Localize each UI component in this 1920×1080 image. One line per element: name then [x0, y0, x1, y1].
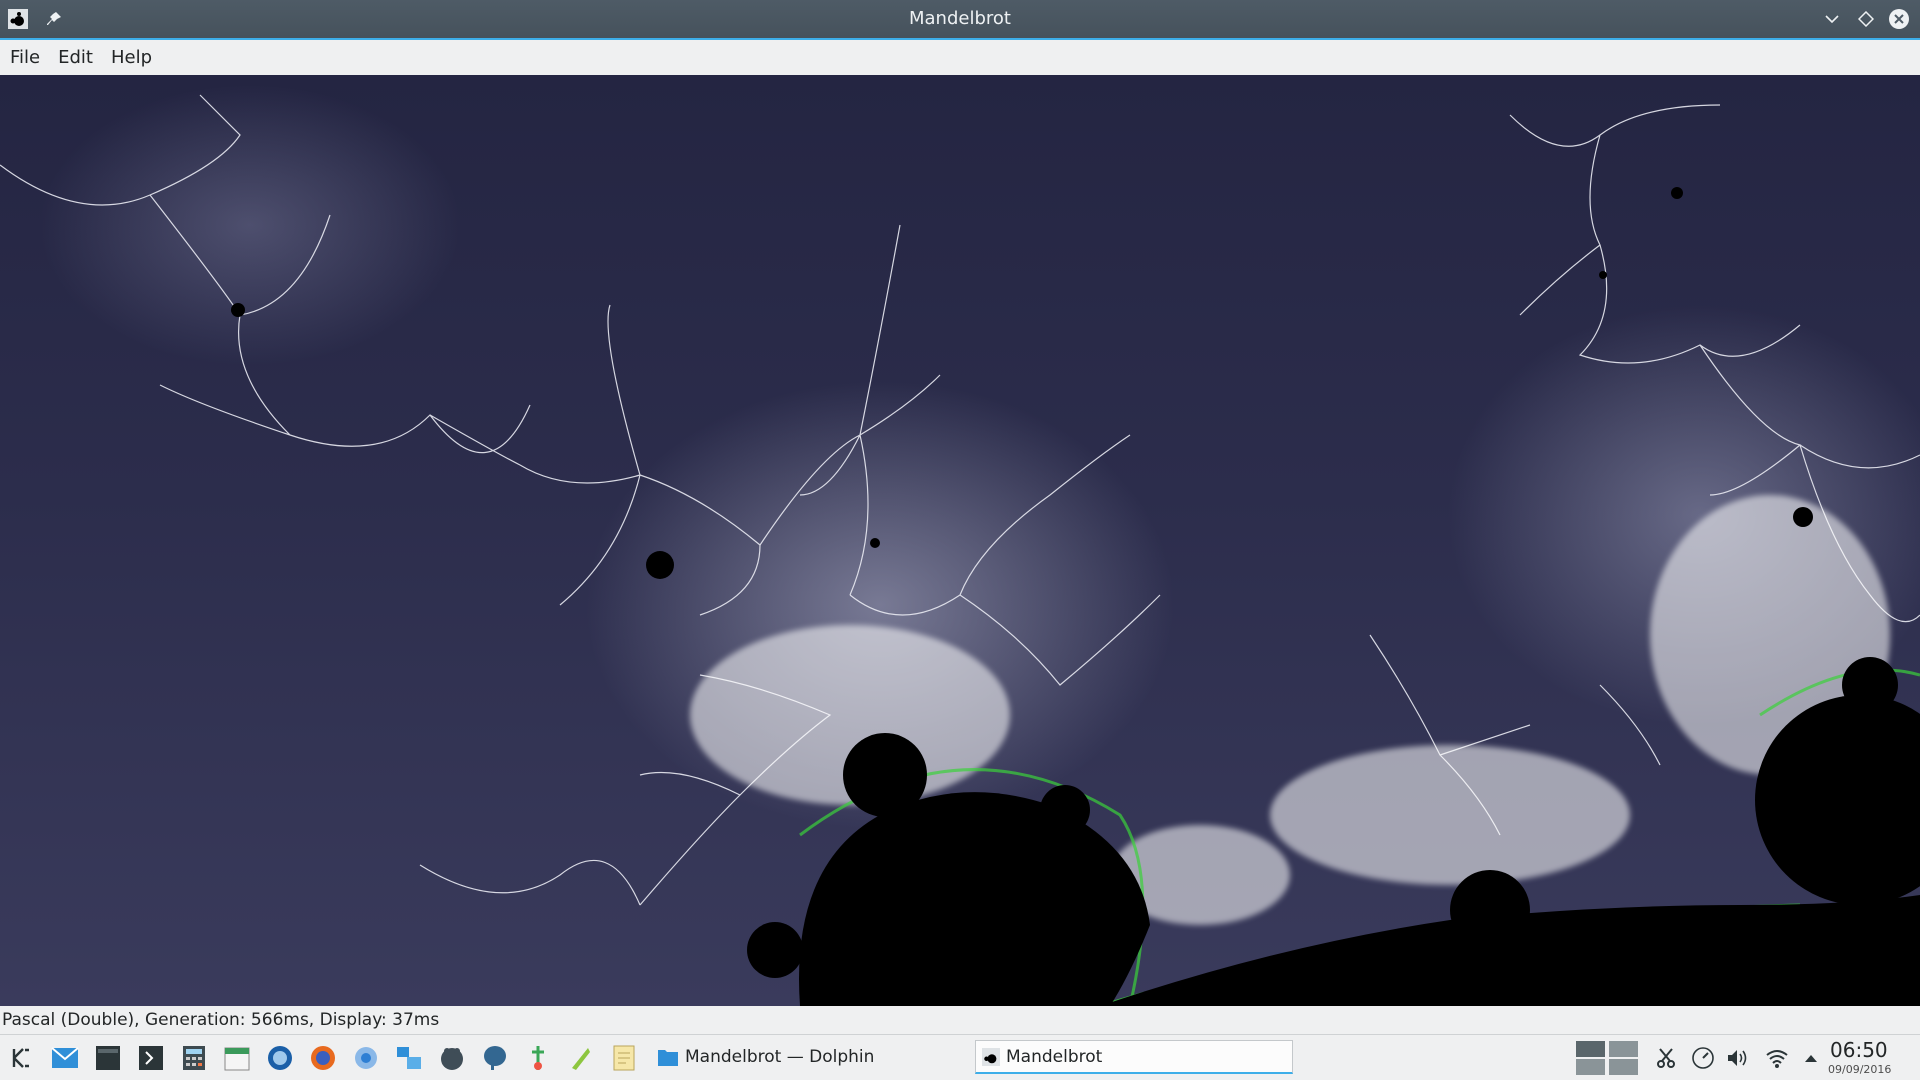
- window-titlebar[interactable]: Mandelbrot: [0, 0, 1920, 40]
- menu-help[interactable]: Help: [103, 40, 162, 75]
- network-manager-icon[interactable]: [394, 1043, 424, 1073]
- konsole-icon[interactable]: [136, 1043, 166, 1073]
- window-title: Mandelbrot: [909, 8, 1011, 29]
- chromium-icon[interactable]: [351, 1043, 381, 1073]
- volume-icon[interactable]: [1725, 1045, 1751, 1071]
- scissors-icon[interactable]: [1653, 1045, 1679, 1071]
- expand-up-icon[interactable]: [1798, 1045, 1824, 1071]
- dolphin-folder-icon: [657, 1047, 679, 1067]
- terminal-icon[interactable]: [93, 1043, 123, 1073]
- task-label: Mandelbrot: [1006, 1046, 1103, 1067]
- taskbar: Mandelbrot — Dolphin Mandelbrot 06:50 09…: [0, 1034, 1920, 1080]
- minimize-chevron-icon[interactable]: [1820, 7, 1844, 31]
- menu-file[interactable]: File: [0, 40, 50, 75]
- mandelbrot-canvas[interactable]: [0, 75, 1920, 1006]
- menu-edit[interactable]: Edit: [50, 40, 103, 75]
- postgresql-icon[interactable]: [480, 1043, 510, 1073]
- calculator-icon[interactable]: [179, 1043, 209, 1073]
- status-text: Pascal (Double), Generation: 566ms, Disp…: [2, 1010, 440, 1030]
- firefox-icon[interactable]: [308, 1043, 338, 1073]
- calendar-icon[interactable]: [222, 1043, 252, 1073]
- inkscape-icon[interactable]: [566, 1043, 596, 1073]
- mandelbrot-app-icon: [982, 1047, 1000, 1066]
- task-label: Mandelbrot — Dolphin: [685, 1047, 875, 1067]
- thunderbird-icon[interactable]: [265, 1043, 295, 1073]
- mandelbrot-render: [0, 94, 1920, 1006]
- maximize-diamond-icon[interactable]: [1854, 7, 1878, 31]
- task-dolphin[interactable]: Mandelbrot — Dolphin: [655, 1040, 955, 1074]
- clock-dial-icon[interactable]: [1690, 1045, 1716, 1071]
- clock-time[interactable]: 06:50: [1830, 1038, 1888, 1062]
- mail-icon[interactable]: [50, 1043, 80, 1073]
- kde-menu-icon[interactable]: [6, 1043, 36, 1073]
- pager-icon[interactable]: [1575, 1041, 1639, 1075]
- notes-icon[interactable]: [609, 1043, 639, 1073]
- wifi-icon[interactable]: [1764, 1045, 1790, 1071]
- git-icon[interactable]: [523, 1043, 553, 1073]
- task-mandelbrot[interactable]: Mandelbrot: [975, 1040, 1293, 1074]
- close-icon[interactable]: [1887, 7, 1911, 31]
- status-bar: Pascal (Double), Generation: 566ms, Disp…: [0, 1006, 1920, 1034]
- clock-date[interactable]: 09/09/2016: [1828, 1063, 1891, 1076]
- menu-bar: File Edit Help: [0, 40, 1920, 75]
- gimp-icon[interactable]: [437, 1043, 467, 1073]
